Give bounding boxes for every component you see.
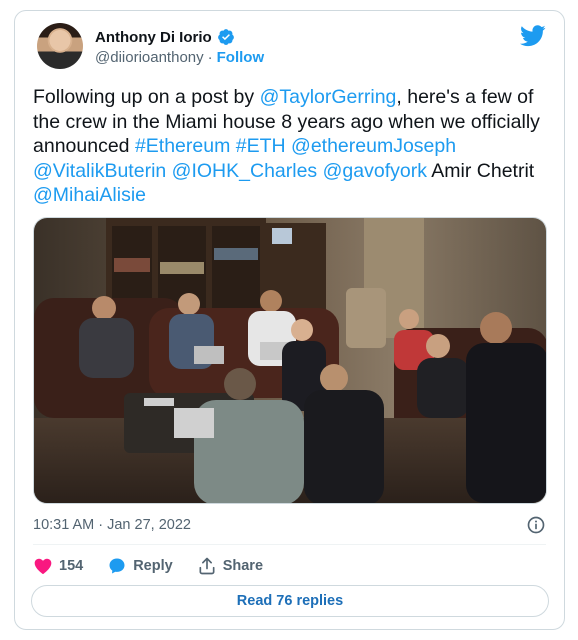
mention-link[interactable]: @gavofyork [323,160,427,182]
group-photo-image [34,218,546,503]
reply-label: Reply [133,558,173,574]
mention-link[interactable]: @VitalikButerin [33,160,166,182]
mention-link[interactable]: @IOHK_Charles [172,160,318,182]
action-bar: 154 Reply Share [33,556,287,576]
tweet-text: Following up on a post by @TaylorGerring… [33,85,548,208]
like-button[interactable]: 154 [33,556,83,576]
share-icon [199,557,215,575]
tweet-text-segment: Amir Chetrit [426,159,535,182]
timestamp-row[interactable]: 10:31 AM · Jan 27, 2022 [33,517,191,533]
display-name[interactable]: Anthony Di Iorio [95,29,212,46]
tweet-date: Jan 27, 2022 [107,517,191,533]
follow-button[interactable]: Follow [217,49,265,66]
share-label: Share [222,558,264,574]
hashtag-link[interactable]: #ETH [236,135,286,157]
time-separator: · [98,517,104,533]
handle-row: @diiorioanthony · Follow [95,49,264,66]
heart-icon [34,558,52,574]
mention-link[interactable]: @MihaiAlisie [33,184,146,206]
tweet-photo[interactable] [33,217,547,504]
reply-button[interactable]: Reply [107,556,173,576]
twitter-bird-icon[interactable] [520,25,546,47]
mention-link[interactable]: @TaylorGerring [260,86,397,108]
share-button[interactable]: Share [197,556,263,576]
mention-link[interactable]: @ethereumJoseph [291,135,456,157]
hashtag-link[interactable]: #Ethereum [135,135,230,157]
tweet-card: Anthony Di Iorio @diiorioanthony · Follo… [14,10,565,630]
avatar[interactable] [37,23,83,69]
tweet-time: 10:31 AM [33,517,95,533]
handle-separator: · [207,49,213,66]
like-count: 154 [59,558,84,574]
info-icon[interactable] [526,515,546,535]
handle[interactable]: @diiorioanthony [95,49,204,66]
verified-badge-icon [217,29,234,45]
read-replies-button[interactable]: Read 76 replies [31,585,549,617]
reply-bubble-icon [109,558,125,574]
divider [33,544,546,545]
author-name-row: Anthony Di Iorio [95,28,235,46]
tweet-text-segment: Following up on a post by [33,86,260,108]
